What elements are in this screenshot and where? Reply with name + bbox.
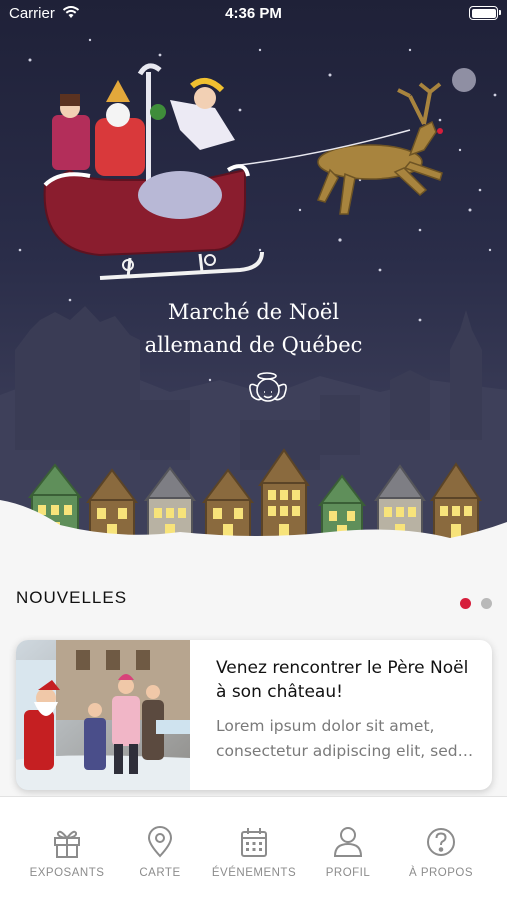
- tab-a-propos[interactable]: À PROPOS: [391, 825, 491, 879]
- news-title: Venez rencontrer le Père Noël à son chât…: [216, 658, 469, 702]
- tab-profil[interactable]: PROFIL: [298, 825, 398, 879]
- page-dot[interactable]: [481, 598, 492, 609]
- tab-label: À PROPOS: [408, 867, 474, 879]
- tab-carte[interactable]: CARTE: [110, 825, 210, 879]
- page-dot-active[interactable]: [459, 598, 471, 609]
- hero-title-line-2: allemand de Québec: [144, 333, 363, 357]
- tab-label: ÉVÉNEMENTS: [211, 867, 297, 879]
- hero-banner: Carrier 4:36 PM Marché de Noël allemand …: [0, 0, 507, 568]
- gift-icon: [54, 830, 80, 858]
- news-thumbnail-image: [16, 640, 190, 790]
- status-bar: Carrier 4:36 PM: [0, 0, 507, 28]
- news-card[interactable]: Venez rencontrer le Père Noël à son chât…: [16, 640, 492, 790]
- tab-evenements[interactable]: ÉVÉNEMENTS: [204, 825, 304, 879]
- moon: [452, 68, 476, 92]
- section-title: NOUVELLES: [16, 588, 128, 607]
- map-pin-icon: [147, 826, 173, 858]
- question-icon: [427, 828, 455, 856]
- hero-title: Marché de Noël allemand de Québec: [0, 296, 507, 362]
- christmas-market-illustration: [0, 38, 507, 568]
- tab-bar: EXPOSANTS CARTE ÉVÉNEMENTS PROFIL À PROP…: [0, 796, 507, 900]
- calendar-icon: [241, 828, 267, 857]
- tab-label: CARTE: [139, 867, 181, 879]
- hero-title-line-1: Marché de Noël: [167, 300, 340, 324]
- news-section-header: NOUVELLES: [16, 588, 492, 612]
- clock: 4:36 PM: [225, 5, 282, 22]
- reindeer: [316, 82, 443, 215]
- tab-label: EXPOSANTS: [29, 867, 105, 879]
- carousel-page-indicator[interactable]: [455, 594, 492, 613]
- user-icon: [333, 827, 363, 857]
- tab-exposants[interactable]: EXPOSANTS: [17, 825, 117, 879]
- news-excerpt: Lorem ipsum dolor sit amet, consectetur …: [216, 717, 474, 760]
- battery-icon: [469, 6, 501, 20]
- tab-label: PROFIL: [325, 867, 371, 879]
